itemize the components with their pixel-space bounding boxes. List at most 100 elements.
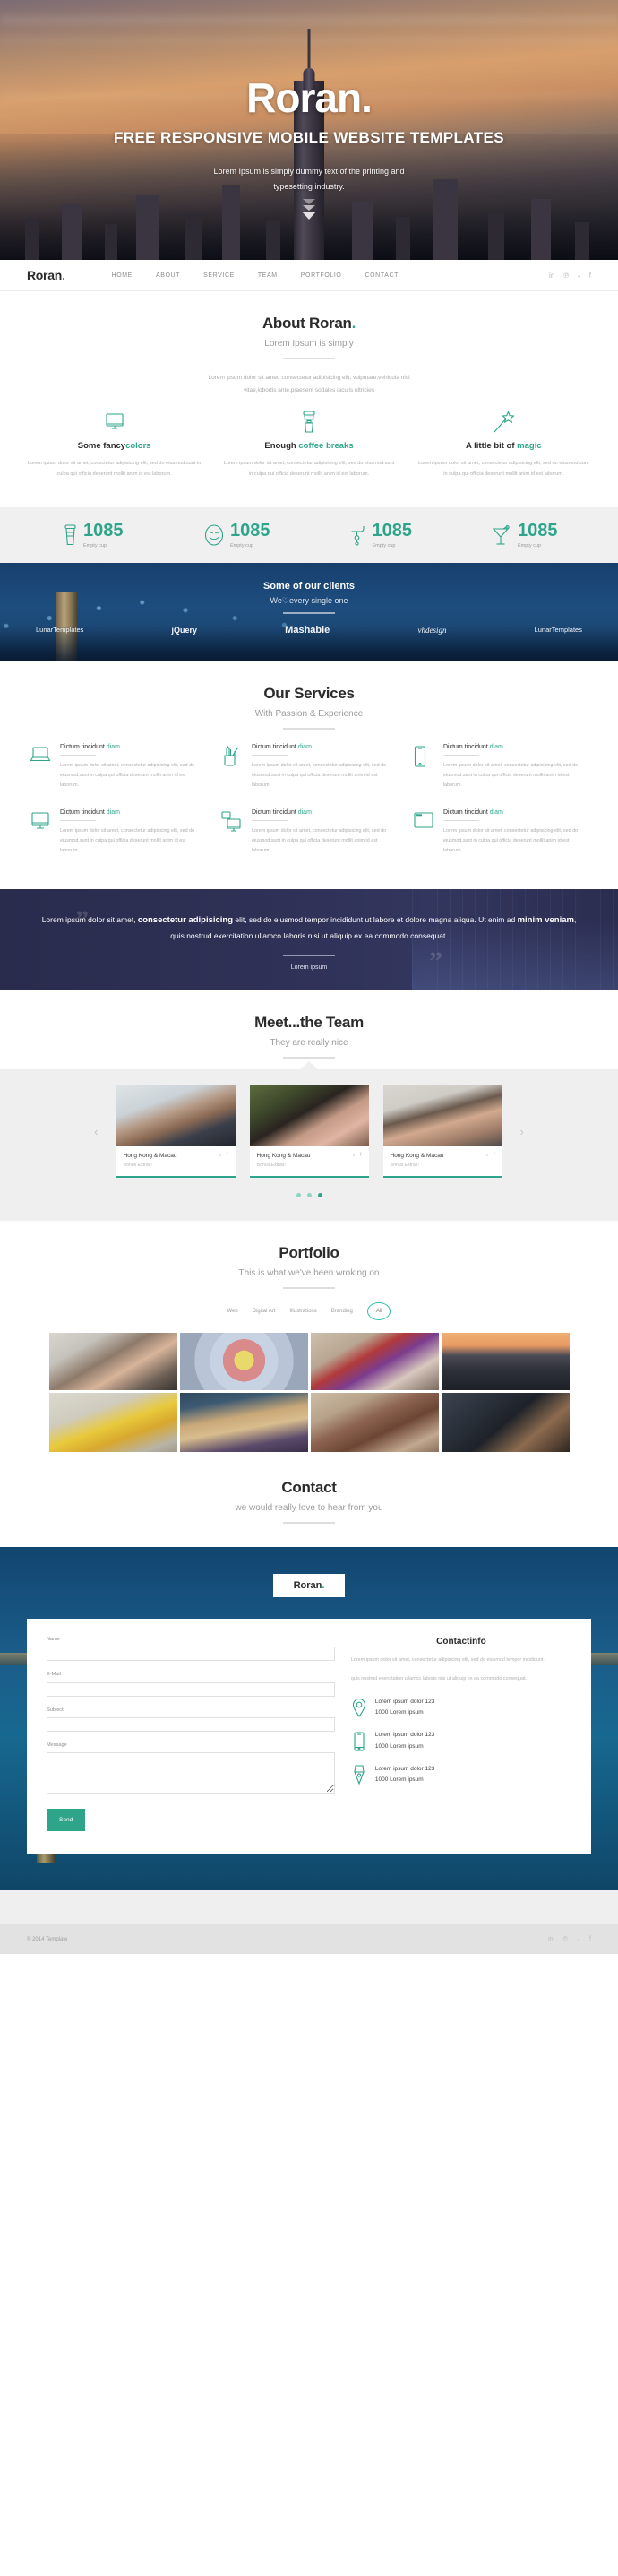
team-member-role: Bonus Extras!: [256, 1162, 286, 1168]
facebook-icon[interactable]: f: [227, 1153, 228, 1158]
carousel-dot[interactable]: [296, 1192, 301, 1197]
facebook-icon[interactable]: f: [589, 272, 591, 280]
team-member-role: Bonus Extras!: [390, 1162, 419, 1168]
carousel-dot-active[interactable]: [317, 1192, 322, 1197]
team-social: ᵥ f: [353, 1153, 362, 1158]
counter-value: 1085: [230, 520, 270, 540]
hero-subtitle: FREE RESPONSIVE MOBILE WEBSITE TEMPLATES: [113, 129, 504, 146]
client-logo-mashable[interactable]: Mashable: [285, 625, 330, 635]
counter-item: 1085 Empty cup: [453, 522, 597, 549]
responsive-devices-icon: [221, 809, 245, 857]
pinterest-icon[interactable]: ℗: [563, 1936, 568, 1942]
message-textarea[interactable]: [47, 1752, 335, 1794]
contact-section: Roran. Name E-Mail Subject Message Send …: [0, 1546, 618, 1891]
portfolio-item[interactable]: [179, 1332, 308, 1390]
linkedin-icon[interactable]: in: [549, 272, 554, 280]
portfolio-item[interactable]: [310, 1392, 439, 1452]
twitter-icon[interactable]: ᵥ: [219, 1153, 221, 1158]
team-card: Hong Kong & Macau ᵥ f Bonus Extras!: [382, 1085, 502, 1178]
clients-subtitle: We♡every single one: [270, 595, 348, 605]
linkedin-icon[interactable]: in: [548, 1936, 553, 1942]
service-text: Dictum tincidunt diam Lorem ipsum dolor …: [251, 808, 397, 857]
portfolio-subtitle: This is what we've been wroking on: [238, 1267, 380, 1278]
team-card-body: Hong Kong & Macau ᵥ f Bonus Extras!: [250, 1146, 369, 1176]
quote-part-1: Lorem ipsum dolor sit amet,: [41, 914, 138, 924]
counter-value: 1085: [83, 520, 124, 540]
nav-item-portfolio[interactable]: PORTFOLIO: [301, 272, 342, 279]
counter-item: 1085 Empty cup: [21, 522, 166, 549]
divider: [60, 819, 96, 821]
service-title: Dictum tincidunt diam: [60, 743, 120, 750]
mobile-phone-icon: [413, 744, 436, 791]
portfolio-item[interactable]: [441, 1332, 570, 1390]
nav-item-contact[interactable]: CONTACT: [365, 272, 399, 279]
service-title: Dictum tincidunt diam: [251, 808, 312, 816]
nav-item-team[interactable]: TEAM: [258, 272, 278, 279]
service-body: Lorem ipsum dolor sit amet, consectetur …: [442, 827, 579, 854]
service-body: Lorem ipsum dolor sit amet, consectetur …: [251, 762, 387, 789]
facebook-icon[interactable]: f: [360, 1153, 362, 1158]
portfolio-grid: [0, 1320, 618, 1452]
service-body: Lorem ipsum dolor sit amet, consectetur …: [60, 762, 195, 789]
portfolio-item[interactable]: [48, 1332, 177, 1390]
contact-info-row: Lorem ipsum dolor 123 1000 Lorem ipsum: [351, 1697, 571, 1719]
carousel-prev-arrow[interactable]: ‹: [90, 1125, 101, 1138]
client-logo-jquery[interactable]: jQuery: [172, 626, 198, 635]
contact-card: Name E-Mail Subject Message Send Contact…: [27, 1618, 591, 1855]
subject-input[interactable]: [47, 1717, 335, 1733]
nav-item-home[interactable]: HOME: [112, 272, 133, 279]
portfolio-item[interactable]: [179, 1392, 308, 1452]
counter-value-block: 1085 Empty cup: [230, 522, 270, 549]
client-logo-lunartemplates-2[interactable]: LunarTemplates: [535, 626, 582, 634]
twitter-icon[interactable]: ᵥ: [353, 1153, 355, 1158]
carousel-dot[interactable]: [306, 1192, 312, 1197]
nav-links: HOME ABOUT SERVICE TEAM PORTFOLIO CONTAC…: [112, 272, 399, 279]
name-input[interactable]: [47, 1647, 335, 1662]
nav-item-about[interactable]: ABOUT: [156, 272, 180, 279]
twitter-icon[interactable]: ᵥ: [486, 1153, 488, 1158]
contact-info: Contactinfo Lorem ipsum dolor sit amet, …: [351, 1637, 571, 1832]
team-photo: [249, 1085, 369, 1146]
team-member-name: Hong Kong & Macau: [390, 1152, 444, 1159]
team-social: ᵥ f: [486, 1153, 495, 1158]
portfolio-title: Portfolio: [279, 1243, 339, 1261]
email-input[interactable]: [47, 1681, 335, 1697]
filter-branding[interactable]: Branding: [331, 1309, 353, 1314]
scroll-down-arrows[interactable]: [302, 199, 316, 220]
filter-all[interactable]: All: [366, 1301, 391, 1320]
smiley-icon: [204, 524, 224, 546]
hookah-icon: [350, 524, 366, 546]
portfolio-item[interactable]: [310, 1332, 439, 1390]
filter-web[interactable]: Web: [227, 1309, 238, 1314]
twitter-icon[interactable]: ᵥ: [578, 1936, 579, 1942]
service-text: Dictum tincidunt diam Lorem ipsum dolor …: [60, 744, 205, 791]
portfolio-filters: Web Digital Art Illustrations Branding A…: [27, 1301, 591, 1320]
carousel-pagination: [0, 1192, 618, 1197]
twitter-icon[interactable]: ᵥ: [578, 272, 580, 280]
pinterest-icon[interactable]: ℗: [563, 272, 569, 280]
facebook-icon[interactable]: f: [494, 1153, 495, 1158]
client-logo-vhdesign[interactable]: vhdesign: [417, 626, 446, 635]
nav-item-service[interactable]: SERVICE: [203, 272, 235, 279]
team-name-row: Hong Kong & Macau ᵥ f: [257, 1153, 362, 1159]
team-card: Hong Kong & Macau ᵥ f Bonus Extras!: [249, 1085, 369, 1178]
filter-digital-art[interactable]: Digital Art: [253, 1309, 276, 1314]
team-card: Hong Kong & Macau ᵥ f Bonus Extras!: [116, 1085, 236, 1178]
divider: [251, 754, 288, 756]
footer-social-links: in ℗ ᵥ f: [548, 1936, 591, 1942]
carousel-next-arrow[interactable]: ›: [517, 1125, 528, 1138]
filter-illustrations[interactable]: Illustrations: [289, 1309, 316, 1314]
service-item: Dictum tincidunt diam Lorem ipsum dolor …: [21, 735, 213, 800]
service-body: Lorem ipsum dolor sit amet, consectetur …: [60, 827, 195, 854]
team-photo: [382, 1085, 502, 1146]
monitor-icon: [27, 407, 202, 437]
client-logo-lunartemplates[interactable]: LunarTemplates: [36, 626, 83, 634]
team-member-name: Hong Kong & Macau: [123, 1152, 177, 1159]
brand-logo[interactable]: Roran.: [27, 268, 65, 282]
counter-label: Empty cup: [518, 542, 541, 549]
portfolio-item[interactable]: [48, 1392, 177, 1452]
portfolio-item[interactable]: [441, 1392, 570, 1452]
facebook-icon[interactable]: f: [589, 1936, 591, 1942]
send-button[interactable]: Send: [47, 1809, 86, 1832]
contact-info-para-2: quis nostrud exercitation ullamco labori…: [350, 1676, 528, 1682]
